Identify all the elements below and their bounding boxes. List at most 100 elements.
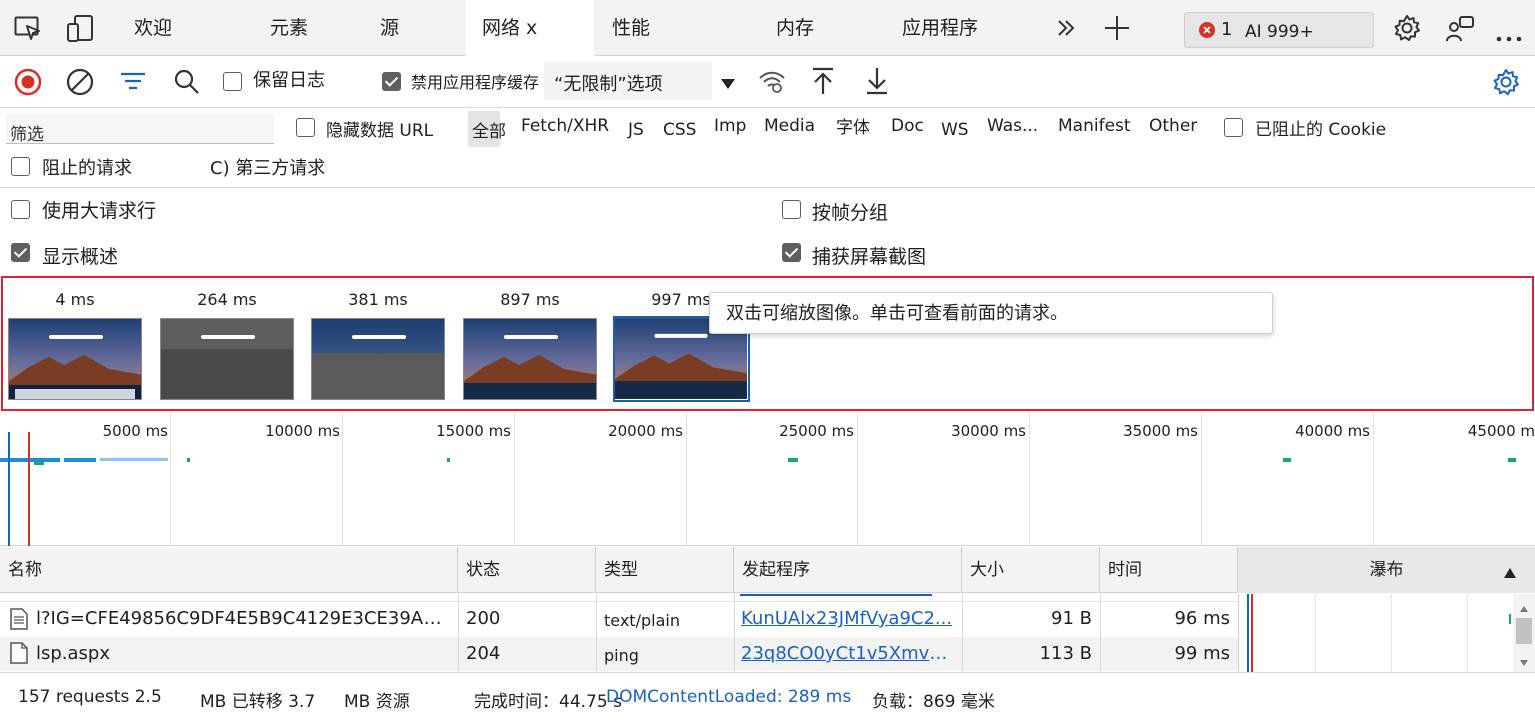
filter-input-box[interactable]: 筛选 xyxy=(6,114,274,145)
group-by-frame-checkbox[interactable] xyxy=(782,200,801,219)
screenshot-thumbnail[interactable] xyxy=(160,318,294,400)
request-name: lsp.aspx xyxy=(36,643,111,664)
add-tab-icon[interactable] xyxy=(1104,15,1130,45)
blocked-requests-checkbox[interactable] xyxy=(11,157,30,176)
tab-performance[interactable]: 性能 xyxy=(612,0,650,56)
filter-type-media[interactable]: Media xyxy=(764,116,815,136)
blocked-cookies-label: 已阻止的 Cookie xyxy=(1255,120,1387,140)
blocked-cookies-checkbox[interactable] xyxy=(1224,118,1243,137)
more-options-icon[interactable] xyxy=(1496,27,1522,46)
tab-application[interactable]: 应用程序 xyxy=(902,0,978,56)
record-icon[interactable] xyxy=(14,68,42,100)
column-header-type[interactable]: 类型 xyxy=(596,547,734,593)
filter-type-other[interactable]: Other xyxy=(1149,116,1197,136)
tab-elements[interactable]: 元素 xyxy=(270,0,308,56)
show-overview-checkbox[interactable] xyxy=(11,243,30,262)
filter-icon[interactable] xyxy=(120,71,146,95)
filter-type-img[interactable]: Imp xyxy=(714,116,746,136)
network-conditions-icon[interactable] xyxy=(758,70,786,98)
dom-content-loaded-time: DOMContentLoaded: 289 ms xyxy=(606,687,852,707)
screenshot-time: 264 ms xyxy=(197,290,257,309)
more-tabs-icon[interactable] xyxy=(1056,18,1076,42)
table-row[interactable]: lsp.aspx 204 ping 23q8CO0yCt1v5XmvFf... … xyxy=(0,637,1238,671)
column-header-initiator[interactable]: 发起程序 xyxy=(734,547,962,593)
sort-up-icon[interactable] xyxy=(1503,564,1517,583)
request-time: 99 ms xyxy=(1174,643,1230,664)
throttling-select[interactable]: “无限制”选项 xyxy=(544,62,712,100)
document-file-icon xyxy=(10,642,28,668)
network-settings-gear-icon[interactable] xyxy=(1492,68,1520,100)
scroll-down-icon[interactable] xyxy=(1519,652,1529,671)
big-request-rows-checkbox[interactable] xyxy=(11,200,30,219)
preserve-log-checkbox[interactable] xyxy=(223,72,242,91)
filter-type-ws[interactable]: WS xyxy=(941,120,969,140)
capture-screenshots-checkbox[interactable] xyxy=(782,243,801,262)
column-header-time[interactable]: 时间 xyxy=(1100,547,1238,593)
screenshot-time: 381 ms xyxy=(348,290,408,309)
request-status: 204 xyxy=(466,643,501,664)
screenshot-tooltip: 双击可缩放图像。单击可查看前面的请求。 xyxy=(709,292,1273,334)
table-scrollbar[interactable] xyxy=(1513,594,1535,672)
screenshot-thumbnail[interactable] xyxy=(311,318,445,400)
hide-data-urls-label: 隐藏数据 URL xyxy=(326,121,434,141)
column-header-size[interactable]: 大小 xyxy=(962,547,1100,593)
show-overview-label: 显示概述 xyxy=(42,246,119,268)
export-har-icon[interactable] xyxy=(865,67,889,99)
partial-row xyxy=(0,594,1238,602)
text-file-icon xyxy=(10,608,28,634)
filter-input[interactable]: 筛选 xyxy=(10,120,44,145)
screenshot-time: 897 ms xyxy=(500,290,560,309)
tab-welcome[interactable]: 欢迎 xyxy=(134,0,172,56)
overview-timeline[interactable]: 5000 ms 10000 ms 15000 ms 20000 ms 25000… xyxy=(0,412,1535,546)
tab-memory[interactable]: 内存 xyxy=(776,0,814,56)
tab-sources[interactable]: 源 xyxy=(380,0,399,56)
error-icon xyxy=(1199,22,1215,42)
request-initiator-link[interactable]: KunUAlx23JMfVya9C2... xyxy=(741,602,955,636)
column-header-name[interactable]: 名称 xyxy=(0,547,458,593)
third-party-requests-label[interactable]: C) 第三方请求 xyxy=(210,154,325,180)
issues-counter[interactable]: 1 AI 999+ xyxy=(1184,12,1374,48)
request-initiator-link[interactable]: 23q8CO0yCt1v5XmvFf... xyxy=(741,637,955,671)
network-toolbar: 保留日志 禁用应用程序缓存 “无限制”选项 xyxy=(0,56,1535,108)
request-count: 157 requests 2.5 xyxy=(18,687,162,707)
clear-icon[interactable] xyxy=(66,68,94,100)
screenshot-thumbnail[interactable] xyxy=(8,318,142,400)
feedback-icon[interactable] xyxy=(1445,15,1475,47)
filter-type-font[interactable]: 字体 xyxy=(836,113,870,138)
big-request-rows-label: 使用大请求行 xyxy=(42,200,157,222)
blocked-requests-label: 阻止的请求 xyxy=(42,158,132,179)
scrollbar-thumb[interactable] xyxy=(1516,618,1532,644)
finish-time: 完成时间：44.75 s xyxy=(474,692,622,712)
filter-type-doc[interactable]: Doc xyxy=(891,116,924,136)
settings-gear-icon[interactable] xyxy=(1393,14,1421,46)
filter-bar: 筛选 隐藏数据 URL 全部 Fetch/XHR JS CSS Imp Medi… xyxy=(0,108,1535,188)
filter-type-css[interactable]: CSS xyxy=(663,120,696,140)
inspect-element-icon[interactable] xyxy=(14,16,42,46)
filter-type-manifest[interactable]: Manifest xyxy=(1058,116,1131,136)
overview-bars xyxy=(0,432,1516,546)
filter-type-fetch-xhr[interactable]: Fetch/XHR xyxy=(521,116,609,136)
hide-data-urls-checkbox[interactable] xyxy=(296,118,315,137)
scroll-up-icon[interactable] xyxy=(1519,598,1529,617)
request-table-header: 名称 状态 类型 发起程序 大小 时间 瀑布 xyxy=(0,547,1535,593)
search-icon[interactable] xyxy=(173,68,201,100)
import-har-icon[interactable] xyxy=(811,67,835,99)
devtools-tabbar: 欢迎 元素 源 网络 x 性能 内存 应用程序 1 AI 999+ xyxy=(0,0,1535,56)
device-emulation-icon[interactable] xyxy=(66,14,96,48)
filter-type-js[interactable]: JS xyxy=(628,120,644,140)
waterfall-header-label: 瀑布 xyxy=(1369,560,1404,580)
screenshot-thumbnail[interactable] xyxy=(463,318,597,400)
filter-type-all[interactable]: 全部 xyxy=(468,111,506,147)
column-header-waterfall[interactable]: 瀑布 xyxy=(1238,547,1535,593)
chevron-down-icon[interactable] xyxy=(720,75,736,94)
column-header-status[interactable]: 状态 xyxy=(458,547,596,593)
screenshot-time: 4 ms xyxy=(55,290,95,309)
filter-type-wasm[interactable]: Was... xyxy=(987,116,1038,136)
table-row[interactable]: l?IG=CFE49856C9DF4E5B9C4129E3CE39AA9E...… xyxy=(0,602,1238,636)
disable-cache-checkbox[interactable] xyxy=(382,72,401,91)
request-size: 91 B xyxy=(1051,608,1092,629)
tab-network[interactable]: 网络 x xyxy=(466,0,594,56)
screenshots-strip: 4 ms 264 ms 381 ms 897 ms 997 ms 双击可缩放图像… xyxy=(1,276,1534,411)
request-table-body: l?IG=CFE49856C9DF4E5B9C4129E3CE39AA9E...… xyxy=(0,594,1535,672)
request-size: 113 B xyxy=(1039,643,1092,664)
